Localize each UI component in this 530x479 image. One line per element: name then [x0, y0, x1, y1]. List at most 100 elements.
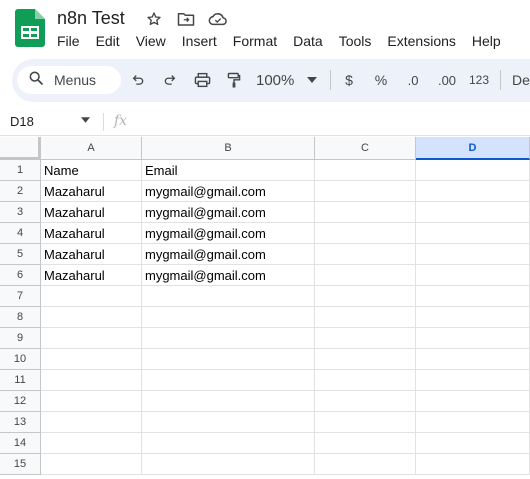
cell-a6[interactable]: Mazaharul — [41, 265, 142, 286]
row-header-6[interactable]: 6 — [0, 265, 41, 286]
cell-b9[interactable] — [142, 328, 315, 349]
cell-b11[interactable] — [142, 370, 315, 391]
cell-a10[interactable] — [41, 349, 142, 370]
cell-b8[interactable] — [142, 307, 315, 328]
cell-d9[interactable] — [416, 328, 530, 349]
name-box-dropdown-icon[interactable] — [81, 115, 90, 125]
row-header-8[interactable]: 8 — [0, 307, 41, 328]
cell-d15[interactable] — [416, 454, 530, 475]
menu-tools[interactable]: Tools — [331, 31, 380, 51]
cell-b4[interactable]: mygmail@gmail.com — [142, 223, 315, 244]
increase-decimal-button[interactable]: .00 — [436, 70, 458, 90]
zoom-select[interactable]: 100% — [256, 70, 298, 90]
cell-d6[interactable] — [416, 265, 530, 286]
cell-c12[interactable] — [315, 391, 416, 412]
name-box[interactable]: D18 — [10, 114, 34, 129]
cell-b14[interactable] — [142, 433, 315, 454]
row-header-15[interactable]: 15 — [0, 454, 41, 475]
cell-b3[interactable]: mygmail@gmail.com — [142, 202, 315, 223]
cell-b12[interactable] — [142, 391, 315, 412]
move-to-folder-icon[interactable] — [175, 9, 197, 29]
cell-c15[interactable] — [315, 454, 416, 475]
redo-icon[interactable] — [162, 70, 178, 90]
cell-b1[interactable]: Email — [142, 160, 315, 181]
document-title[interactable]: n8n Test — [57, 8, 125, 29]
row-header-2[interactable]: 2 — [0, 181, 41, 202]
menu-insert[interactable]: Insert — [174, 31, 225, 51]
row-header-14[interactable]: 14 — [0, 433, 41, 454]
cell-c1[interactable] — [315, 160, 416, 181]
cell-b2[interactable]: mygmail@gmail.com — [142, 181, 315, 202]
row-header-4[interactable]: 4 — [0, 223, 41, 244]
cell-c6[interactable] — [315, 265, 416, 286]
column-header-a[interactable]: A — [41, 137, 142, 160]
cell-a11[interactable] — [41, 370, 142, 391]
menu-data[interactable]: Data — [285, 31, 331, 51]
cell-c4[interactable] — [315, 223, 416, 244]
cell-c8[interactable] — [315, 307, 416, 328]
cell-b15[interactable] — [142, 454, 315, 475]
currency-format-button[interactable]: $ — [342, 70, 356, 90]
cell-b5[interactable]: mygmail@gmail.com — [142, 244, 315, 265]
cell-c10[interactable] — [315, 349, 416, 370]
cell-d5[interactable] — [416, 244, 530, 265]
menu-view[interactable]: View — [128, 31, 174, 51]
cell-a12[interactable] — [41, 391, 142, 412]
menu-format[interactable]: Format — [225, 31, 285, 51]
menu-help[interactable]: Help — [464, 31, 509, 51]
zoom-dropdown-icon[interactable] — [306, 70, 318, 90]
cell-b7[interactable] — [142, 286, 315, 307]
sheets-logo[interactable] — [15, 9, 45, 47]
row-header-10[interactable]: 10 — [0, 349, 41, 370]
cell-d4[interactable] — [416, 223, 530, 244]
cell-d7[interactable] — [416, 286, 530, 307]
paint-format-icon[interactable] — [226, 70, 242, 90]
cell-d1[interactable] — [416, 160, 530, 181]
cell-a8[interactable] — [41, 307, 142, 328]
cell-a4[interactable]: Mazaharul — [41, 223, 142, 244]
cell-a14[interactable] — [41, 433, 142, 454]
select-all-corner[interactable] — [0, 137, 41, 160]
print-icon[interactable] — [192, 70, 212, 90]
menu-search-box[interactable]: Menus — [17, 66, 121, 94]
row-header-9[interactable]: 9 — [0, 328, 41, 349]
cell-c11[interactable] — [315, 370, 416, 391]
undo-icon[interactable] — [130, 70, 146, 90]
cell-c13[interactable] — [315, 412, 416, 433]
cell-a13[interactable] — [41, 412, 142, 433]
more-formats-button[interactable]: 123 — [468, 70, 490, 90]
row-header-3[interactable]: 3 — [0, 202, 41, 223]
cell-d2[interactable] — [416, 181, 530, 202]
row-header-11[interactable]: 11 — [0, 370, 41, 391]
cell-a9[interactable] — [41, 328, 142, 349]
row-header-1[interactable]: 1 — [0, 160, 41, 181]
row-header-13[interactable]: 13 — [0, 412, 41, 433]
row-header-5[interactable]: 5 — [0, 244, 41, 265]
cell-a2[interactable]: Mazaharul — [41, 181, 142, 202]
cell-c7[interactable] — [315, 286, 416, 307]
star-icon[interactable] — [143, 9, 165, 29]
cell-b10[interactable] — [142, 349, 315, 370]
cell-d3[interactable] — [416, 202, 530, 223]
cell-d14[interactable] — [416, 433, 530, 454]
cell-d13[interactable] — [416, 412, 530, 433]
decrease-decimal-button[interactable]: .0 — [402, 70, 424, 90]
cell-a7[interactable] — [41, 286, 142, 307]
menu-file[interactable]: File — [49, 31, 88, 51]
cell-d10[interactable] — [416, 349, 530, 370]
cell-b13[interactable] — [142, 412, 315, 433]
percent-format-button[interactable]: % — [373, 70, 389, 90]
cloud-saved-icon[interactable] — [207, 9, 229, 29]
menu-extensions[interactable]: Extensions — [379, 31, 463, 51]
cell-c14[interactable] — [315, 433, 416, 454]
cell-d12[interactable] — [416, 391, 530, 412]
cell-a15[interactable] — [41, 454, 142, 475]
cell-a3[interactable]: Mazaharul — [41, 202, 142, 223]
menu-edit[interactable]: Edit — [88, 31, 128, 51]
font-select[interactable]: De — [512, 70, 530, 90]
row-header-12[interactable]: 12 — [0, 391, 41, 412]
row-header-7[interactable]: 7 — [0, 286, 41, 307]
cell-c3[interactable] — [315, 202, 416, 223]
column-header-b[interactable]: B — [142, 137, 315, 160]
cell-a5[interactable]: Mazaharul — [41, 244, 142, 265]
